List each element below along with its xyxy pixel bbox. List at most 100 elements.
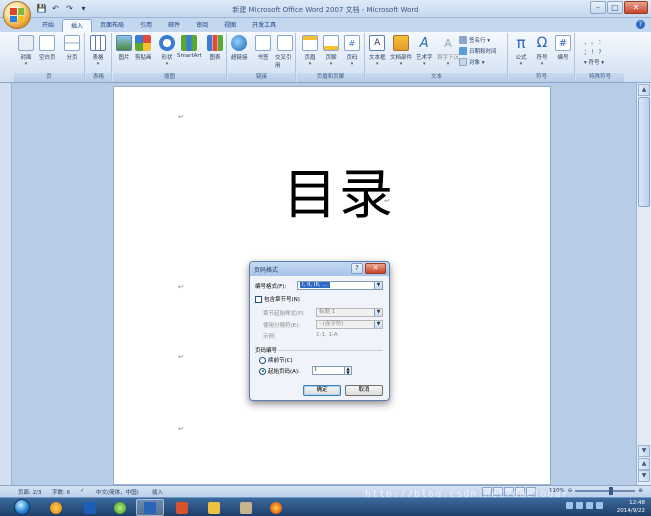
tab-references[interactable]: 引用 bbox=[132, 19, 160, 32]
page-count[interactable]: 页面: 2/3 bbox=[18, 488, 41, 496]
taskbar-app[interactable] bbox=[42, 499, 70, 516]
cover-page-button[interactable]: 封面 ▾ bbox=[18, 35, 34, 67]
cancel-button[interactable]: 取消 bbox=[345, 385, 383, 396]
tray-icon[interactable] bbox=[566, 502, 573, 509]
continue-previous-radio[interactable] bbox=[259, 356, 266, 364]
document-heading[interactable]: 目录 bbox=[283, 150, 395, 229]
include-chapter-checkbox[interactable] bbox=[255, 295, 262, 303]
previous-page-icon[interactable]: ▲ bbox=[638, 458, 650, 470]
object-button[interactable]: 对象 ▾ bbox=[459, 58, 485, 66]
taskbar-app[interactable] bbox=[76, 499, 104, 516]
chevron-down-icon[interactable]: ▼ bbox=[374, 282, 382, 289]
vertical-scrollbar[interactable]: ▲ ▼ ▲ ▼ bbox=[636, 83, 651, 485]
blank-page-icon bbox=[39, 35, 56, 51]
page-break-button[interactable]: 分页 bbox=[64, 35, 80, 61]
group-text: A 文本框 ▾ 文档部件 ▾ A 艺术字 ▾ A 首字下沉 ▾ 签名行 ▾ 日期和时间 … bbox=[366, 33, 508, 82]
start-at-radio-row[interactable]: 起始页码(A): bbox=[259, 367, 300, 375]
date-time-button[interactable]: 日期和时间 bbox=[459, 47, 497, 55]
cross-reference-button[interactable]: 交叉引用 bbox=[275, 35, 295, 69]
tab-home[interactable]: 开始 bbox=[34, 19, 62, 32]
shapes-button[interactable]: 形状 ▾ bbox=[159, 35, 175, 67]
wordart-icon: A bbox=[419, 35, 429, 51]
ok-button[interactable]: 确定 bbox=[303, 385, 341, 396]
continue-previous-radio-row[interactable]: 续前节(C) bbox=[259, 356, 293, 364]
chevron-down-icon[interactable]: ▼ bbox=[374, 321, 382, 328]
tray-icon[interactable] bbox=[586, 502, 593, 509]
quick-parts-icon bbox=[393, 35, 409, 51]
next-page-icon[interactable]: ▼ bbox=[638, 470, 650, 482]
symbol-button[interactable]: Ω 符号 ▾ bbox=[534, 35, 550, 67]
taskbar-app[interactable] bbox=[200, 499, 228, 516]
tab-review[interactable]: 审阅 bbox=[188, 19, 216, 32]
special-symbols-row-1[interactable]: ， 。 ： bbox=[584, 38, 604, 46]
proofing-icon[interactable]: ✓ bbox=[80, 488, 85, 494]
table-button[interactable]: 表格 ▾ bbox=[90, 35, 106, 67]
start-at-spinner[interactable]: I ▲ ▼ bbox=[312, 366, 352, 375]
hyperlink-button[interactable]: 超链接 bbox=[231, 35, 248, 61]
chapter-style-label: 章节起始样式(P) bbox=[263, 311, 304, 317]
wordart-button[interactable]: A 艺术字 ▾ bbox=[416, 35, 433, 68]
drop-cap-button[interactable]: A 首字下沉 ▾ bbox=[437, 35, 459, 68]
scroll-down-icon[interactable]: ▼ bbox=[638, 445, 650, 457]
text-box-icon: A bbox=[369, 35, 386, 51]
number-format-select[interactable]: I, II, III, … ▼ bbox=[297, 281, 383, 290]
clip-art-button[interactable]: 剪贴画 bbox=[135, 35, 152, 61]
separator-select[interactable]: - (连字符) ▼ bbox=[316, 320, 383, 329]
scroll-up-icon[interactable]: ▲ bbox=[638, 84, 650, 96]
chapter-style-select[interactable]: 标题 1 ▼ bbox=[316, 308, 383, 317]
equation-button[interactable]: π 公式 ▾ bbox=[513, 34, 529, 67]
minimize-button[interactable]: – bbox=[590, 1, 606, 14]
quick-parts-button[interactable]: 文档部件 ▾ bbox=[390, 35, 412, 67]
taskbar-app-word[interactable] bbox=[136, 499, 164, 516]
chart-button[interactable]: 图表 bbox=[207, 35, 223, 61]
tab-mailings[interactable]: 邮件 bbox=[160, 19, 188, 32]
office-button[interactable] bbox=[3, 1, 31, 29]
zoom-in-icon[interactable]: ⊕ bbox=[638, 488, 643, 494]
zoom-slider-knob[interactable] bbox=[609, 487, 614, 495]
start-at-radio[interactable] bbox=[259, 367, 266, 375]
tray-icon[interactable] bbox=[576, 502, 583, 509]
clock[interactable]: 12:48 2014/9/22 bbox=[617, 499, 645, 515]
page-number-button[interactable]: # 页码 ▾ bbox=[344, 35, 360, 67]
start-button[interactable] bbox=[14, 499, 30, 515]
special-symbols-row-2[interactable]: ； ！ ？ bbox=[584, 48, 604, 56]
dialog-help-button[interactable]: ? bbox=[351, 263, 363, 274]
taskbar-app[interactable] bbox=[106, 499, 134, 516]
tab-insert[interactable]: 插入 bbox=[62, 19, 93, 32]
zoom-slider[interactable] bbox=[575, 487, 636, 495]
chevron-down-icon[interactable]: ▼ bbox=[374, 309, 382, 316]
group-label-pages: 页 bbox=[14, 73, 84, 82]
word-count[interactable]: 字数: 6 bbox=[52, 488, 70, 496]
numbering-button[interactable]: # 编号 bbox=[555, 35, 571, 61]
dialog-close-button[interactable]: ✕ bbox=[365, 263, 386, 274]
tray-icon[interactable] bbox=[596, 502, 603, 509]
close-button[interactable]: ✕ bbox=[624, 1, 648, 14]
chart-icon bbox=[207, 35, 223, 51]
dialog-title-bar[interactable]: 页码格式 ? ✕ bbox=[250, 262, 389, 276]
tab-page-layout[interactable]: 页面布局 bbox=[92, 19, 132, 32]
spinner-arrows-icon[interactable]: ▲ ▼ bbox=[344, 367, 351, 374]
scroll-thumb[interactable] bbox=[638, 97, 650, 207]
tab-view[interactable]: 视图 bbox=[216, 19, 244, 32]
maximize-button[interactable]: ▢ bbox=[607, 1, 623, 14]
blank-page-button[interactable]: 空白页 bbox=[39, 35, 56, 61]
special-symbols-dropdown[interactable]: ▾ 符号 ▾ bbox=[584, 58, 604, 66]
taskbar-app[interactable] bbox=[232, 499, 260, 516]
smartart-button[interactable]: SmartArt bbox=[177, 35, 202, 59]
table-icon bbox=[90, 35, 106, 51]
text-box-button[interactable]: A 文本框 ▾ bbox=[369, 35, 386, 67]
language-indicator[interactable]: 中文(简体，中国) bbox=[96, 488, 139, 496]
footer-button[interactable]: 页脚 ▾ bbox=[323, 35, 339, 67]
taskbar-app[interactable] bbox=[262, 499, 290, 516]
header-button[interactable]: 页眉 ▾ bbox=[302, 35, 318, 67]
shapes-icon bbox=[159, 35, 175, 51]
help-icon[interactable]: ? bbox=[636, 20, 645, 29]
paragraph-mark: ↵ bbox=[178, 425, 184, 433]
signature-line-button[interactable]: 签名行 ▾ bbox=[459, 36, 490, 44]
picture-button[interactable]: 图片 bbox=[116, 35, 132, 61]
tab-developer[interactable]: 开发工具 bbox=[244, 19, 284, 32]
bookmark-button[interactable]: 书签 bbox=[255, 35, 271, 61]
taskbar-app[interactable] bbox=[168, 499, 196, 516]
insert-mode-indicator[interactable]: 插入 bbox=[152, 488, 163, 496]
include-chapter-checkbox-row[interactable]: 包含章节号(N) bbox=[255, 295, 300, 303]
